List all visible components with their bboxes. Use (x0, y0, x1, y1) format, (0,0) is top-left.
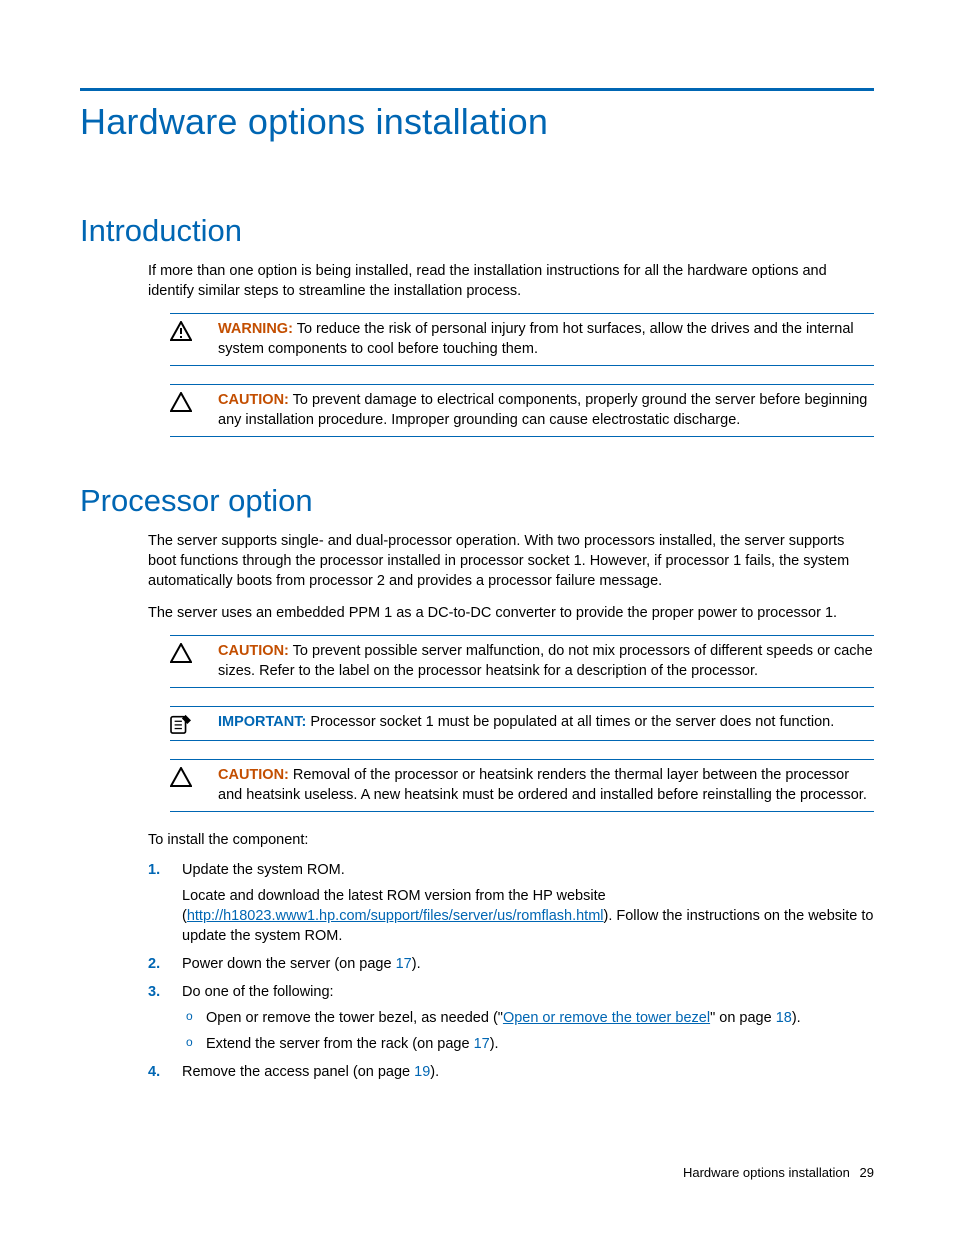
caution-callout-mix: CAUTION: To prevent possible server malf… (170, 635, 874, 688)
bezel-link[interactable]: Open or remove the tower bezel (503, 1010, 710, 1026)
caution-heatsink-message: CAUTION: Removal of the processor or hea… (218, 765, 874, 805)
processor-heading: Processor option (80, 483, 874, 519)
processor-p1: The server supports single- and dual-pro… (80, 531, 874, 591)
warning-label: WARNING: (218, 321, 293, 337)
warning-icon (170, 319, 218, 359)
rom-link[interactable]: http://h18023.www1.hp.com/support/files/… (187, 908, 604, 924)
caution-callout: CAUTION: To prevent damage to electrical… (170, 384, 874, 437)
intro-paragraph: If more than one option is being install… (80, 261, 874, 301)
caution-mix-message: CAUTION: To prevent possible server malf… (218, 641, 874, 681)
step-3-options: Open or remove the tower bezel, as neede… (182, 1008, 874, 1054)
caution-label: CAUTION: (218, 643, 289, 659)
step-4a: Remove the access panel (on page (182, 1064, 414, 1080)
step-2a: Power down the server (on page (182, 956, 396, 972)
footer-page-number: 29 (860, 1165, 874, 1180)
s3o2b: ). (490, 1036, 499, 1052)
s3o1a: Open or remove the tower bezel, as neede… (206, 1010, 503, 1026)
footer-section: Hardware options installation (683, 1165, 850, 1180)
important-message: IMPORTANT: Processor socket 1 must be po… (218, 712, 874, 734)
step-3-option-2: Extend the server from the rack (on page… (182, 1034, 874, 1054)
warning-callout: WARNING: To reduce the risk of personal … (170, 313, 874, 366)
caution-heatsink-text: Removal of the processor or heatsink ren… (218, 767, 867, 803)
step-4b: ). (430, 1064, 439, 1080)
title-rule (80, 88, 874, 91)
step-2-pageref[interactable]: 17 (396, 956, 412, 972)
intro-heading: Introduction (80, 213, 874, 249)
s3o1c: ). (792, 1010, 801, 1026)
install-steps: Update the system ROM. Locate and downlo… (80, 860, 874, 1082)
install-lead: To install the component: (80, 830, 874, 850)
step-2b: ). (412, 956, 421, 972)
page-title: Hardware options installation (80, 101, 874, 143)
important-text: Processor socket 1 must be populated at … (306, 714, 834, 730)
step-3-option-1: Open or remove the tower bezel, as neede… (182, 1008, 874, 1028)
warning-text: To reduce the risk of personal injury fr… (218, 321, 854, 357)
step-1-sub: Locate and download the latest ROM versi… (182, 886, 874, 946)
step-3: Do one of the following: Open or remove … (148, 982, 874, 1054)
s3o1b: " on page (710, 1010, 776, 1026)
step-4: Remove the access panel (on page 19). (148, 1062, 874, 1082)
caution-callout-heatsink: CAUTION: Removal of the processor or hea… (170, 759, 874, 812)
document-page: Hardware options installation Introducti… (0, 0, 954, 1235)
processor-p2: The server uses an embedded PPM 1 as a D… (80, 603, 874, 623)
caution-mix-text: To prevent possible server malfunction, … (218, 643, 873, 679)
important-icon (170, 712, 218, 734)
caution-icon (170, 641, 218, 681)
step-3-text: Do one of the following: (182, 984, 334, 1000)
caution-label: CAUTION: (218, 767, 289, 783)
step-4-pageref[interactable]: 19 (414, 1064, 430, 1080)
caution-text: To prevent damage to electrical componen… (218, 392, 867, 428)
s3o2p[interactable]: 17 (474, 1036, 490, 1052)
caution-label: CAUTION: (218, 392, 289, 408)
important-callout: IMPORTANT: Processor socket 1 must be po… (170, 706, 874, 741)
important-label: IMPORTANT: (218, 714, 306, 730)
warning-message: WARNING: To reduce the risk of personal … (218, 319, 874, 359)
step-1: Update the system ROM. Locate and downlo… (148, 860, 874, 946)
step-2: Power down the server (on page 17). (148, 954, 874, 974)
caution-icon (170, 765, 218, 805)
s3o2a: Extend the server from the rack (on page (206, 1036, 474, 1052)
page-footer: Hardware options installation 29 (683, 1165, 874, 1180)
caution-message: CAUTION: To prevent damage to electrical… (218, 390, 874, 430)
step-1-text: Update the system ROM. (182, 862, 345, 878)
s3o1p[interactable]: 18 (776, 1010, 792, 1026)
caution-icon (170, 390, 218, 430)
